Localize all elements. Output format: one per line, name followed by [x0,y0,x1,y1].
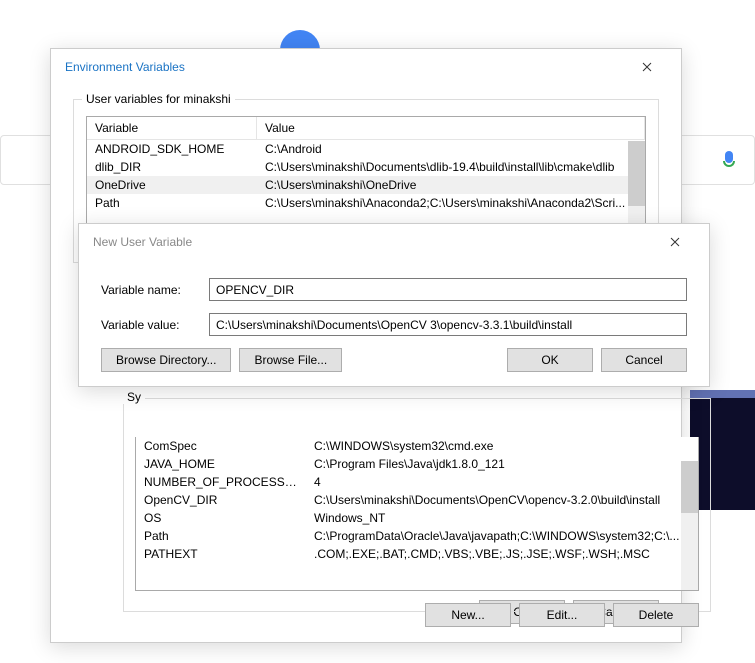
cell-value: C:\Users\minakshi\Documents\dlib-19.4\bu… [257,158,645,176]
cell-variable: Path [87,194,257,212]
env-title: Environment Variables [65,60,185,74]
cell-variable: dlib_DIR [87,158,257,176]
cell-variable: OpenCV_DIR [136,491,306,509]
cell-value: C:\Program Files\Java\jdk1.8.0_121 [306,455,698,473]
variable-name-label: Variable name: [101,283,209,297]
newvar-ok-button[interactable]: OK [507,348,593,372]
cell-value: 4 [306,473,698,491]
cell-variable: PATHEXT [136,545,306,563]
cell-value: C:\ProgramData\Oracle\Java\javapath;C:\W… [306,527,698,545]
cell-value: C:\Users\minakshi\Documents\OpenCV\openc… [306,491,698,509]
scrollbar[interactable] [681,461,698,590]
newvar-titlebar: New User Variable [79,224,709,260]
table-row[interactable]: PATHEXT.COM;.EXE;.BAT;.CMD;.VBS;.VBE;.JS… [136,545,698,563]
col-header-variable[interactable]: Variable [87,117,257,139]
list-header: Variable Value [87,117,645,140]
microphone-icon [722,151,736,169]
newvar-title: New User Variable [93,235,192,249]
table-row[interactable]: JAVA_HOMEC:\Program Files\Java\jdk1.8.0_… [136,455,698,473]
table-row[interactable]: NUMBER_OF_PROCESSORS4 [136,473,698,491]
browse-file-button[interactable]: Browse File... [239,348,342,372]
sys-new-button[interactable]: New... [425,603,511,627]
variable-name-input[interactable] [209,278,687,301]
cell-variable: Path [136,527,306,545]
cell-value: C:\Users\minakshi\OneDrive [257,176,645,194]
variable-value-label: Variable value: [101,318,209,332]
table-row[interactable]: dlib_DIRC:\Users\minakshi\Documents\dlib… [87,158,645,176]
system-variables-list[interactable]: ComSpecC:\WINDOWS\system32\cmd.exeJAVA_H… [135,437,699,591]
env-close-button[interactable] [627,52,667,82]
env-titlebar: Environment Variables [51,49,681,85]
cell-variable: OS [136,509,306,527]
table-row[interactable]: PathC:\Users\minakshi\Anaconda2;C:\Users… [87,194,645,212]
cell-value: C:\WINDOWS\system32\cmd.exe [306,437,698,455]
cell-variable: ComSpec [136,437,306,455]
cell-value: C:\Android [257,140,645,158]
newvar-close-button[interactable] [655,227,695,257]
user-group-label: User variables for minakshi [82,92,235,106]
cell-value: .COM;.EXE;.BAT;.CMD;.VBS;.VBE;.JS;.JSE;.… [306,545,698,563]
table-row[interactable]: PathC:\ProgramData\Oracle\Java\javapath;… [136,527,698,545]
cell-variable: NUMBER_OF_PROCESSORS [136,473,306,491]
table-row[interactable]: ANDROID_SDK_HOMEC:\Android [87,140,645,158]
sys-edit-button[interactable]: Edit... [519,603,605,627]
col-header-value[interactable]: Value [257,117,645,139]
cell-value: C:\Users\minakshi\Anaconda2;C:\Users\min… [257,194,645,212]
system-group-label-truncated: Sy [123,390,145,404]
cell-value: Windows_NT [306,509,698,527]
table-row[interactable]: ComSpecC:\WINDOWS\system32\cmd.exe [136,437,698,455]
browse-directory-button[interactable]: Browse Directory... [101,348,231,372]
table-row[interactable]: OneDriveC:\Users\minakshi\OneDrive [87,176,645,194]
table-row[interactable]: OSWindows_NT [136,509,698,527]
new-user-variable-dialog: New User Variable Variable name: Variabl… [78,223,710,387]
newvar-cancel-button[interactable]: Cancel [601,348,687,372]
cell-variable: JAVA_HOME [136,455,306,473]
cell-variable: OneDrive [87,176,257,194]
sys-delete-button[interactable]: Delete [613,603,699,627]
cell-variable: ANDROID_SDK_HOME [87,140,257,158]
table-row[interactable]: OpenCV_DIRC:\Users\minakshi\Documents\Op… [136,491,698,509]
variable-value-input[interactable] [209,313,687,336]
